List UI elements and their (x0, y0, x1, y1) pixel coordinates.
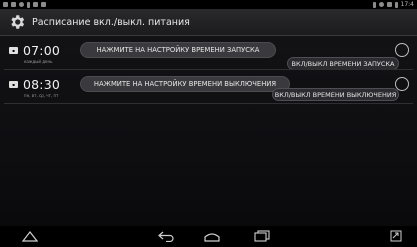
alarm-icon: ▪ (9, 47, 18, 54)
alarm-icon: ▪ (9, 81, 18, 88)
wifi-icon (386, 2, 392, 7)
set-start-time-button[interactable]: НАЖМИТЕ НА НАСТРОЙКУ ВРЕМЕНИ ЗАПУСКА (80, 42, 276, 58)
notification-icon (19, 2, 24, 7)
status-bar: 17:4 (0, 0, 417, 9)
notification-icons (3, 1, 46, 8)
alarm-clock-icon (378, 2, 384, 7)
status-time: 17:4 (400, 1, 414, 8)
expand-icon[interactable] (390, 230, 402, 242)
page-title: Расписание вкл./выкл. питания (32, 16, 190, 28)
navigation-bar (0, 226, 417, 247)
schedule-list: ▪ 07:00 каждый день НАЖМИТЕ НА НАСТРОЙКУ… (0, 36, 417, 226)
up-caret-icon[interactable] (22, 230, 38, 242)
back-icon[interactable] (158, 230, 174, 242)
stop-switch-label[interactable]: ВКЛ/ВЫКЛ ВРЕМЕНИ ВЫКЛЮЧЕНИЯ (272, 88, 399, 101)
gear-icon[interactable] (8, 13, 26, 31)
battery-level-icon (394, 1, 398, 8)
home-icon[interactable] (204, 230, 220, 242)
usb-icon (27, 1, 30, 8)
stop-days: пн, вт, ср, чт, пт (24, 93, 59, 98)
start-toggle[interactable] (395, 43, 409, 57)
schedule-row-start: ▪ 07:00 каждый день НАЖМИТЕ НА НАСТРОЙКУ… (0, 36, 417, 70)
action-bar: Расписание вкл./выкл. питания (0, 9, 417, 36)
start-time[interactable]: 07:00 (23, 43, 60, 58)
start-days: каждый день (24, 59, 53, 64)
stop-toggle[interactable] (395, 77, 409, 91)
stop-time[interactable]: 08:30 (23, 77, 60, 92)
recent-apps-icon[interactable] (254, 230, 270, 242)
notification-icon (11, 2, 16, 7)
set-stop-time-button[interactable]: НАЖМИТЕ НА НАСТРОЙКУ ВРЕМЕНИ ВЫКЛЮЧЕНИЯ (80, 76, 290, 92)
notification-icon (3, 2, 8, 7)
battery-icon (372, 1, 376, 8)
system-icons: 17:4 (372, 1, 414, 8)
notification-icon (33, 2, 38, 7)
divider (4, 103, 413, 104)
notification-icon (41, 2, 46, 7)
schedule-row-stop: ▪ 08:30 пн, вт, ср, чт, пт НАЖМИТЕ НА НА… (0, 70, 417, 104)
